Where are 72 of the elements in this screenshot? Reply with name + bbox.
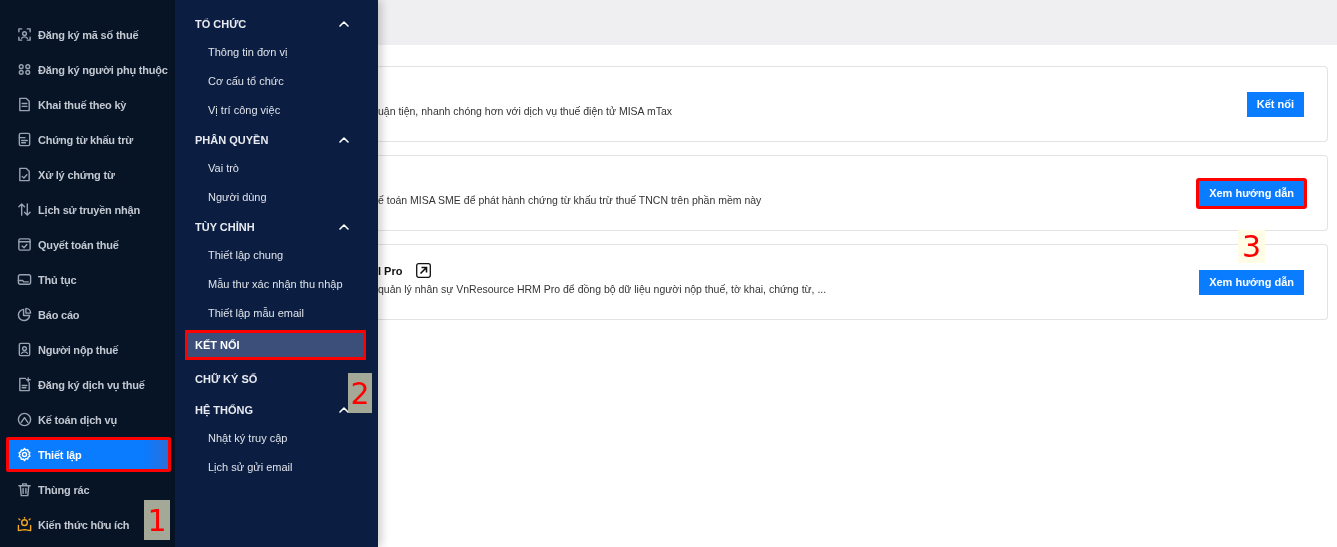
settings-icon bbox=[17, 447, 32, 462]
menu-item[interactable]: Thiết lập chung bbox=[175, 241, 378, 270]
sidebar-item[interactable]: Kiến thức hữu ích bbox=[6, 507, 133, 542]
sidebar-item-label: Người nộp thuế bbox=[38, 343, 119, 356]
check-document-icon bbox=[17, 167, 32, 182]
step-number-label: 3 bbox=[1238, 230, 1265, 263]
sidebar-item[interactable]: Xử lý chứng từ bbox=[6, 157, 118, 192]
add-document-icon bbox=[17, 377, 32, 392]
scan-icon bbox=[17, 27, 32, 42]
sidebar-item-label: Thiết lập bbox=[38, 448, 82, 461]
sidebar-item[interactable]: Thủ tục bbox=[6, 262, 80, 297]
sidebar-item-label: Quyết toán thuế bbox=[38, 238, 119, 251]
tray-icon bbox=[17, 272, 32, 287]
menu-section-header[interactable]: PHÂN QUYỀN bbox=[185, 125, 352, 154]
arrows-icon bbox=[17, 202, 32, 217]
sidebar-item[interactable]: Thiết lập bbox=[6, 437, 171, 472]
sidebar-item[interactable]: Thùng rác bbox=[6, 472, 93, 507]
sidebar-item-label: Chứng từ khấu trừ bbox=[38, 133, 134, 146]
menu-item[interactable]: Vị trí công việc bbox=[175, 96, 378, 125]
sidebar-item-label: Kế toán dịch vụ bbox=[38, 413, 117, 426]
menu-link[interactable]: KẾT NỐI bbox=[185, 330, 366, 360]
trash-icon bbox=[17, 482, 32, 497]
menu-item[interactable]: Người dùng bbox=[175, 183, 378, 212]
sidebar-item-label: Thùng rác bbox=[38, 483, 90, 496]
menu-item[interactable]: Mẫu thư xác nhận thu nhập bbox=[175, 270, 378, 299]
menu-section-header[interactable]: TÙY CHỈNH bbox=[185, 212, 352, 241]
sidebar-item-label: Đăng ký người phụ thuộc bbox=[38, 63, 168, 76]
sidebar-item-label: Lịch sử truyền nhận bbox=[38, 203, 140, 216]
sidebar-item-label: Đăng ký mã số thuế bbox=[38, 28, 139, 41]
menu-section-header[interactable]: TỔ CHỨC bbox=[185, 9, 352, 38]
card-description: uận tiện, nhanh chóng hơn với dịch vụ thuế điện tử MISA mTax bbox=[378, 104, 673, 117]
sidebar-item-label: Báo cáo bbox=[38, 308, 80, 321]
menu-link[interactable]: CHỮ KÝ SỐ bbox=[185, 364, 265, 394]
card-button[interactable]: Xem hướng dẫn bbox=[1196, 177, 1307, 209]
step-number-label: 2 bbox=[348, 373, 372, 413]
menu-item[interactable]: Nhật ký truy cập bbox=[175, 424, 378, 453]
sidebar-item-label: Thủ tục bbox=[38, 273, 77, 286]
card-description: ế toán MISA SME để phát hành chứng từ khấu trừ thuế TNCN trên phần mềm này bbox=[378, 193, 763, 206]
document-icon bbox=[17, 97, 32, 112]
sidebar-item[interactable]: Báo cáo bbox=[6, 297, 83, 332]
menu-item[interactable]: Thông tin đơn vị bbox=[175, 38, 378, 67]
chevron-up-icon bbox=[339, 20, 349, 27]
menu-item[interactable]: Vai trò bbox=[175, 154, 378, 183]
sidebar-item[interactable]: Quyết toán thuế bbox=[6, 227, 122, 262]
bulb-book-icon bbox=[17, 517, 32, 532]
sidebar-item[interactable]: Chứng từ khấu trừ bbox=[6, 122, 137, 157]
check-folder-icon bbox=[17, 237, 32, 252]
sidebar-item[interactable]: Đăng ký mã số thuế bbox=[6, 17, 142, 52]
external-link-icon[interactable] bbox=[416, 263, 432, 278]
chevron-up-icon bbox=[339, 406, 349, 413]
sidebar-item-label: Xử lý chứng từ bbox=[38, 168, 115, 181]
sidebar-item-label: Kiến thức hữu ích bbox=[38, 518, 130, 531]
menu-item[interactable]: Thiết lập mẫu email bbox=[175, 299, 378, 328]
card-description: quản lý nhân sự VnResource HRM Pro để đồng bộ dữ liệu người nộp thuế, tờ khai, chứng từ, ... bbox=[378, 282, 828, 295]
menu-item[interactable]: Lịch sử gửi email bbox=[175, 453, 378, 482]
sidebar-item[interactable]: Đăng ký người phụ thuộc bbox=[6, 52, 171, 87]
step-number-label: 1 bbox=[144, 500, 170, 540]
pie-chart-icon bbox=[17, 307, 32, 322]
chevron-up-icon bbox=[339, 223, 349, 230]
card-title: l Pro bbox=[378, 264, 403, 277]
sidebar-item-label: Khai thuế theo kỳ bbox=[38, 98, 127, 111]
sidebar-item[interactable]: Người nộp thuế bbox=[6, 332, 122, 367]
sidebar-item[interactable]: Lịch sử truyền nhận bbox=[6, 192, 143, 227]
document-icon bbox=[17, 132, 32, 147]
sidebar-item[interactable]: Kế toán dịch vụ bbox=[6, 402, 120, 437]
sidebar-item[interactable]: Khai thuế theo kỳ bbox=[6, 87, 130, 122]
person-card-icon bbox=[17, 342, 32, 357]
sidebar-item-label: Đăng ký dịch vụ thuế bbox=[38, 378, 145, 391]
sidebar-item[interactable]: Đăng ký dịch vụ thuế bbox=[6, 367, 148, 402]
menu-item[interactable]: Cơ cấu tổ chức bbox=[175, 67, 378, 96]
people-icon bbox=[17, 62, 32, 77]
chevron-up-icon bbox=[339, 136, 349, 143]
